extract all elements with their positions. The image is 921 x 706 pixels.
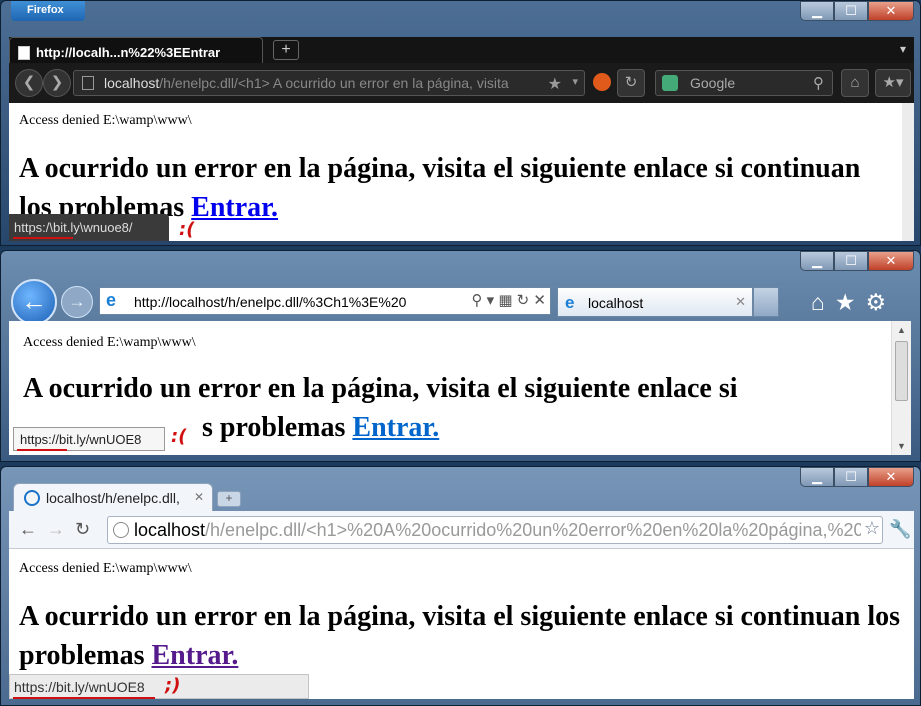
url-path: /h/enelpc.dll/<h1> A ocurrido un error e… [159, 75, 509, 91]
access-denied-text: Access denied E:\wamp\www\ [23, 335, 196, 350]
entrar-link[interactable]: Entrar. [191, 192, 278, 223]
annotation-underline [13, 237, 73, 239]
back-button[interactable]: ← [11, 279, 57, 325]
scrollbar[interactable]: ▲ ▼ [891, 321, 911, 455]
stop-icon[interactable]: ✕ [533, 292, 546, 309]
window-controls: ▁ ☐ ✕ [800, 251, 914, 271]
omnibox[interactable]: localhost/h/enelpc.dll/<h1>%20A%20ocurri… [107, 516, 883, 544]
close-button[interactable]: ✕ [868, 1, 914, 21]
tab-title: localhost/h/enelpc.dll, [46, 490, 180, 506]
tab-title: http://localh...n%22%3EEntrar [36, 45, 221, 60]
firefox-window: Firefox ▁ ☐ ✕ http://localh...n%22%3EEnt… [0, 0, 921, 246]
forward-icon[interactable]: → [47, 519, 65, 540]
google-icon [662, 75, 678, 91]
url-path: /h/enelpc.dll/<h1>%20A%20ocurrido%20un%2… [205, 520, 864, 540]
annotation-sad-face: :( [179, 219, 195, 240]
entrar-link[interactable]: Entrar. [152, 640, 239, 671]
search-icon[interactable]: ⚲ [813, 74, 824, 92]
bookmarks-button[interactable]: ★▾ [875, 69, 911, 97]
url-bar[interactable]: e http://localhost/h/enelpc.dll/%3Ch1%3E… [99, 287, 551, 315]
close-button[interactable]: ✕ [868, 467, 914, 487]
close-button[interactable]: ✕ [868, 251, 914, 271]
bookmark-star-icon[interactable]: ★ [547, 74, 562, 94]
annotation-underline [17, 449, 67, 451]
page-icon [18, 45, 30, 60]
back-icon[interactable]: ← [19, 519, 37, 540]
addon-icon[interactable] [593, 73, 611, 91]
scrollbar[interactable] [902, 103, 914, 241]
window-controls: ▁ ☐ ✕ [800, 1, 914, 21]
navigation-toolbar: ❮ ❯ localhost/h/enelpc.dll/<h1> A ocurri… [9, 63, 914, 103]
command-icons: ⌂ ★ ⚙ [811, 289, 886, 316]
error-heading: A ocurrido un error en la página, visita… [19, 597, 904, 675]
minimize-button[interactable]: ▁ [800, 467, 834, 487]
ie-window: ▁ ☐ ✕ ← → e http://localhost/h/enelpc.dl… [0, 250, 921, 462]
wrench-icon[interactable]: 🔧 [889, 519, 911, 540]
search-input[interactable]: Google ⚲ [655, 70, 833, 96]
bookmark-star-icon[interactable]: ☆ [860, 518, 880, 539]
url-host: localhost [104, 75, 160, 91]
url-host: localhost [134, 520, 206, 540]
new-tab-button[interactable]: + [273, 40, 299, 60]
close-tab-icon[interactable]: ✕ [194, 490, 204, 504]
access-denied-text: Access denied E:\wamp\www\ [19, 113, 192, 128]
new-tab-button[interactable] [753, 287, 779, 317]
reload-button[interactable]: ↻ [617, 69, 645, 97]
tab-title: localhost [588, 295, 644, 311]
favorites-icon[interactable]: ★ [835, 289, 856, 316]
status-tooltip: https://bit.ly/wnUOE8 [13, 427, 165, 451]
gear-icon[interactable]: ⚙ [866, 289, 887, 316]
dropdown-icon[interactable]: ▾ [487, 292, 495, 309]
forward-button[interactable]: ❯ [43, 69, 71, 97]
tab-list-icon[interactable]: ▾ [900, 42, 906, 56]
access-denied-text: Access denied E:\wamp\www\ [19, 561, 192, 576]
status-bubble: https://bit.ly/wnUOE8 [9, 674, 309, 699]
globe-icon [24, 490, 40, 506]
annotation-wink-face: ;) [165, 675, 181, 696]
maximize-button[interactable]: ☐ [834, 467, 868, 487]
maximize-button[interactable]: ☐ [834, 251, 868, 271]
page-icon [82, 76, 94, 90]
ie-icon: e [106, 290, 117, 310]
scroll-down-icon[interactable]: ▼ [892, 441, 911, 451]
search-placeholder: Google [690, 75, 736, 91]
back-button[interactable]: ❮ [15, 69, 43, 97]
url-bar[interactable]: localhost/h/enelpc.dll/<h1> A ocurrido u… [73, 70, 585, 96]
tab-strip: http://localh...n%22%3EEntrar + ▾ [9, 37, 914, 63]
annotation-sad-face: :( [171, 426, 187, 447]
heading-line-1: A ocurrido un error en la página, visita… [23, 373, 738, 404]
heading-text-partial: s problemas [202, 412, 346, 443]
entrar-link[interactable]: Entrar. [352, 412, 439, 443]
close-tab-icon[interactable]: ✕ [735, 294, 746, 310]
url-dropdown-icon[interactable]: ▾ [572, 75, 578, 88]
ie-icon: e [565, 293, 575, 312]
tab-active[interactable]: localhost/h/enelpc.dll, ✕ [13, 483, 213, 511]
home-button[interactable]: ⌂ [841, 69, 869, 97]
page-info-icon [113, 522, 129, 538]
reload-icon[interactable]: ↻ [75, 519, 90, 540]
navigation-toolbar: ← → ↻ localhost/h/enelpc.dll/<h1>%20A%20… [9, 511, 914, 549]
compat-icon[interactable]: ▦ [498, 292, 512, 309]
window-controls: ▁ ☐ ✕ [800, 467, 914, 487]
search-icon[interactable]: ⚲ [471, 292, 482, 309]
tab-active[interactable]: http://localh...n%22%3EEntrar [9, 37, 263, 63]
home-icon[interactable]: ⌂ [811, 289, 825, 316]
scroll-up-icon[interactable]: ▲ [892, 325, 911, 335]
scroll-thumb[interactable] [895, 341, 908, 401]
maximize-button[interactable]: ☐ [834, 1, 868, 21]
url-tools: ⚲ ▾ ▦ ↻ ✕ [467, 291, 546, 309]
chrome-window: ▁ ☐ ✕ localhost/h/enelpc.dll, ✕ + ← → ↻ … [0, 466, 921, 706]
heading-text: A ocurrido un error en la página, visita… [19, 153, 861, 223]
url-text: http://localhost/h/enelpc.dll/%3Ch1%3E%2… [134, 294, 407, 310]
forward-button[interactable]: → [61, 286, 93, 318]
new-tab-button[interactable]: + [217, 491, 241, 507]
annotation-underline [13, 697, 155, 699]
minimize-button[interactable]: ▁ [800, 251, 834, 271]
firefox-menu-button[interactable]: Firefox [11, 1, 85, 21]
refresh-icon[interactable]: ↻ [517, 292, 530, 309]
minimize-button[interactable]: ▁ [800, 1, 834, 21]
tab-active[interactable]: e localhost ✕ [557, 287, 753, 317]
